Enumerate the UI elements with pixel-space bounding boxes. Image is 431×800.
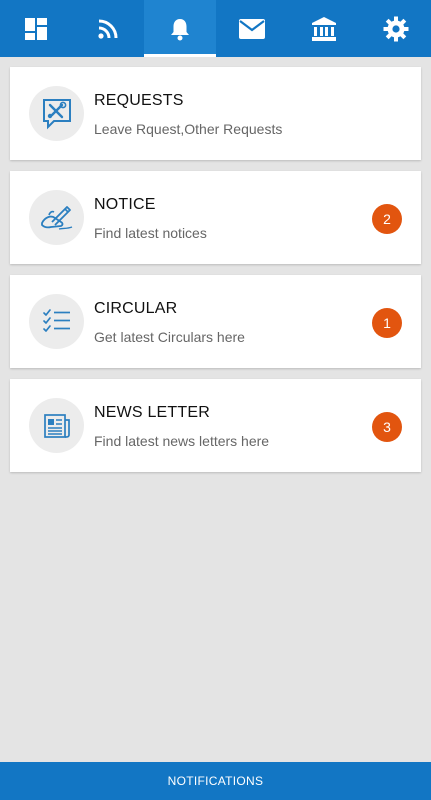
pen-hand-icon: [40, 205, 72, 230]
rss-feed-icon: [98, 19, 118, 39]
bottom-title-bar: NOTIFICATIONS: [0, 762, 431, 800]
unread-count-badge: 3: [372, 412, 402, 442]
item-subtitle: Find latest notices: [94, 225, 207, 241]
checklist-icon: [42, 308, 70, 332]
circular-icon-container: [29, 294, 84, 349]
item-title: NOTICE: [94, 196, 156, 213]
tab-notifications[interactable]: [144, 0, 216, 57]
item-subtitle: Get latest Circulars here: [94, 329, 245, 345]
item-title: REQUESTS: [94, 92, 184, 109]
dashboard-icon: [25, 17, 47, 40]
tab-settings[interactable]: [360, 0, 431, 57]
item-subtitle: Leave Rquest,Other Requests: [94, 121, 283, 137]
tab-feed[interactable]: [72, 0, 144, 57]
tools-chat-icon: [42, 98, 71, 129]
unread-count-badge: 2: [372, 204, 402, 234]
requests-icon-container: [29, 86, 84, 141]
bank-icon: [312, 16, 336, 41]
newspaper-icon: [43, 413, 70, 438]
item-title: CIRCULAR: [94, 300, 178, 317]
mail-icon: [239, 18, 265, 39]
list-item-notice[interactable]: NOTICE Find latest notices 2: [10, 171, 421, 264]
item-subtitle: Find latest news letters here: [94, 433, 270, 449]
notice-icon-container: [29, 190, 84, 245]
tab-dashboard[interactable]: [0, 0, 72, 57]
news-letter-icon-container: [29, 398, 84, 453]
active-tab-indicator: [144, 54, 216, 57]
list-item-news-letter[interactable]: NEWS LETTER Find latest news letters her…: [10, 379, 421, 472]
list-item-circular[interactable]: CIRCULAR Get latest Circulars here 1: [10, 275, 421, 368]
notification-category-list: REQUESTS Leave Rquest,Other Requests NOT…: [10, 67, 421, 483]
tab-institution[interactable]: [288, 0, 360, 57]
gear-icon: [383, 16, 409, 41]
unread-count-badge: 1: [372, 308, 402, 338]
item-title: NEWS LETTER: [94, 404, 210, 421]
tab-mail[interactable]: [216, 0, 288, 57]
list-item-requests[interactable]: REQUESTS Leave Rquest,Other Requests: [10, 67, 421, 160]
bell-icon: [171, 18, 189, 40]
screen-title: NOTIFICATIONS: [167, 774, 264, 788]
top-tab-bar: [0, 0, 431, 57]
